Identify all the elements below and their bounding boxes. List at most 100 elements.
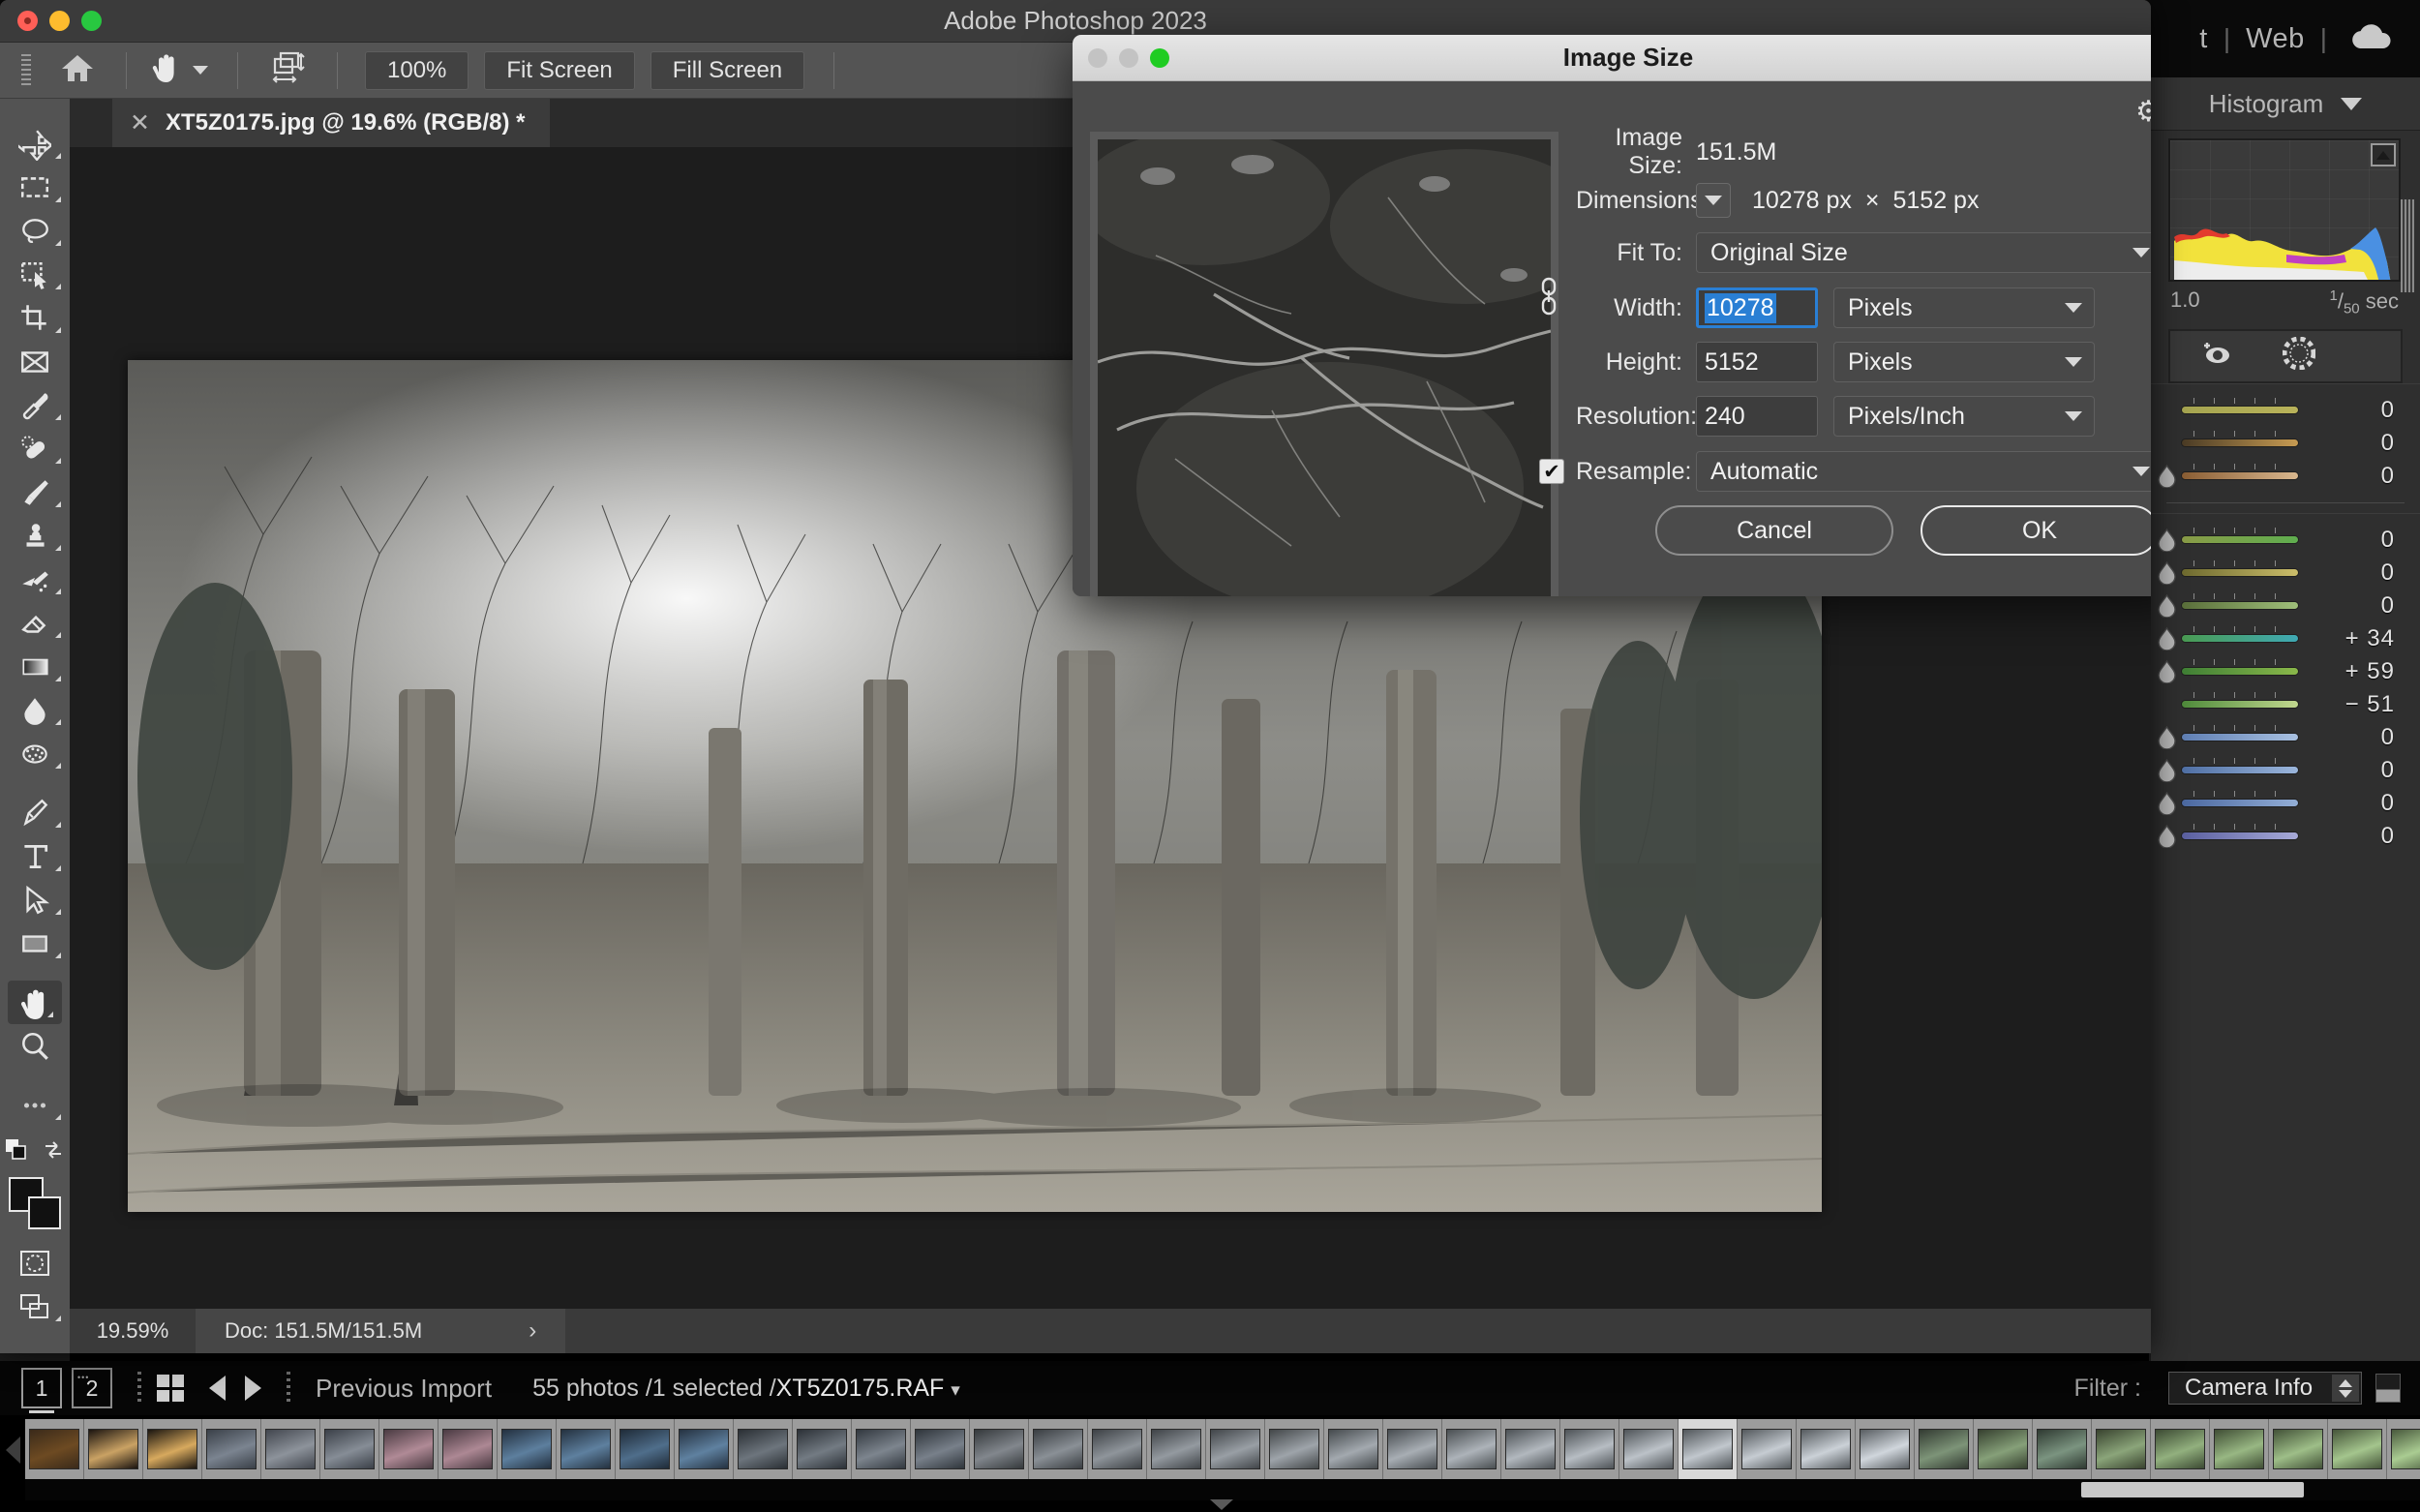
slider-row[interactable]: + 59 [2151,655,2420,688]
width-unit-select[interactable]: Pixels [1833,287,2095,328]
resample-checkbox[interactable]: ✔ [1539,459,1564,484]
slider-value[interactable]: 0 [2381,757,2395,784]
object-selection-tool-icon[interactable] [0,253,70,296]
filmstrip-cells[interactable] [25,1419,2420,1479]
zoom-100-button[interactable]: 100% [365,50,469,90]
chevron-down-icon[interactable]: ▾ [951,1380,960,1401]
brush-tool-icon[interactable] [0,470,70,514]
highlight-clipping-button[interactable] [2371,143,2396,166]
spot-removal-icon[interactable] [2282,336,2316,375]
filmstrip-thumbnail[interactable] [734,1419,793,1479]
filter-select[interactable]: Camera Info [2168,1372,2362,1405]
redeye-icon[interactable] [2199,339,2232,373]
slider-knob-icon[interactable] [2155,626,2179,651]
filmstrip-thumbnail[interactable] [1442,1419,1501,1479]
filmstrip-thumbnail[interactable] [2151,1419,2210,1479]
filmstrip-thumbnail[interactable] [1501,1419,1560,1479]
slider-track[interactable] [2181,659,2299,677]
status-expand-icon[interactable]: › [529,1317,536,1345]
slider-row[interactable]: 0 [2151,590,2420,622]
slider-value[interactable]: + 59 [2345,658,2395,685]
rotate-view-icon[interactable] [269,49,306,91]
filmstrip-thumbnail[interactable] [1797,1419,1856,1479]
dimensions-chevron-icon[interactable] [1696,183,1731,218]
slider-track[interactable] [2181,464,2299,481]
path-selection-tool-icon[interactable] [0,878,70,922]
settings-gear-icon[interactable]: ⚙▾ [2135,95,2151,129]
slider-track[interactable] [2181,431,2299,448]
filmstrip-thumbnail[interactable] [1974,1419,2033,1479]
filmstrip-scrollbar[interactable] [25,1479,2420,1500]
filmstrip-scrollbar-thumb[interactable] [2081,1482,2304,1497]
filmstrip-thumbnail[interactable] [852,1419,911,1479]
slider-row[interactable]: 0 [2151,460,2420,493]
slider-track[interactable] [2181,758,2299,775]
slider-value[interactable]: 0 [2381,430,2395,457]
chevron-down-icon[interactable] [2341,97,2363,110]
filmstrip-thumbnail[interactable] [2387,1419,2420,1479]
lasso-tool-icon[interactable] [0,209,70,253]
slider-row[interactable]: 0 [2151,557,2420,590]
slider-knob-icon[interactable] [2155,758,2179,783]
filmstrip-thumbnail[interactable] [1915,1419,1974,1479]
previous-photo-icon[interactable] [209,1376,226,1401]
slider-value[interactable]: 0 [2381,790,2395,817]
histogram-panel-header[interactable]: Histogram [2151,77,2420,131]
home-icon[interactable] [60,52,95,88]
filmstrip-thumbnail[interactable] [1856,1419,1915,1479]
filter-toggle-swatch[interactable] [2375,1374,2401,1403]
resample-select[interactable]: Automatic [1696,451,2151,492]
background-color-swatch[interactable] [28,1196,61,1229]
close-tab-icon[interactable]: ✕ [130,108,150,137]
zoom-tool-icon[interactable] [0,1024,70,1068]
filmstrip-thumbnail[interactable] [1679,1419,1738,1479]
hand-tool-icon[interactable] [8,981,62,1024]
dodge-tool-icon[interactable] [0,732,70,775]
height-input[interactable]: 5152 [1696,342,1818,382]
slider-knob-icon[interactable] [2155,824,2179,849]
resolution-unit-select[interactable]: Pixels/Inch [1833,396,2095,437]
slider-knob-icon[interactable] [2155,560,2179,586]
slider-knob-icon[interactable] [2155,791,2179,816]
fit-screen-button[interactable]: Fit Screen [484,50,635,90]
slider-row[interactable]: 0 [2151,754,2420,787]
slider-track[interactable] [2181,791,2299,808]
filmstrip-thumbnail[interactable] [970,1419,1029,1479]
gradient-tool-icon[interactable] [0,645,70,688]
filmstrip-thumbnail[interactable] [379,1419,439,1479]
status-doc-size[interactable]: Doc: 151.5M/151.5M › [196,1309,566,1353]
slider-row[interactable]: 0 [2151,427,2420,460]
slider-row[interactable]: − 51 [2151,688,2420,721]
scrollbar-grip[interactable] [2401,199,2414,292]
filmstrip-thumbnail[interactable] [498,1419,557,1479]
height-unit-select[interactable]: Pixels [1833,342,2095,382]
filmstrip-thumbnail[interactable] [616,1419,675,1479]
slider-row[interactable]: 0 [2151,524,2420,557]
frame-tool-icon[interactable] [0,340,70,383]
selection-info[interactable]: 55 photos /1 selected /XT5Z0175.RAF ▾ [532,1375,960,1403]
fit-to-select[interactable]: Original Size [1696,232,2151,273]
view-mode-1-button[interactable]: 1 [21,1368,62,1413]
slider-row[interactable]: 0 [2151,721,2420,754]
slider-track[interactable] [2181,725,2299,742]
slider-row[interactable]: 0 [2151,820,2420,853]
chevron-down-icon[interactable] [193,66,208,75]
screen-mode-icon[interactable] [0,1285,70,1328]
slider-value[interactable]: − 51 [2345,691,2395,718]
filmstrip-thumbnail[interactable] [25,1419,84,1479]
slider-value[interactable]: 0 [2381,823,2395,850]
filmstrip-thumbnail[interactable] [1560,1419,1619,1479]
slider-value[interactable]: 0 [2381,592,2395,620]
filmstrip-thumbnail[interactable] [2269,1419,2328,1479]
view-mode-2-button[interactable]: ••• 2 [72,1368,112,1408]
slider-value[interactable]: 0 [2381,527,2395,554]
rectangular-marquee-tool-icon[interactable] [0,166,70,209]
filmstrip-thumbnail[interactable] [1206,1419,1265,1479]
ok-button[interactable]: OK [1921,505,2151,556]
pen-tool-icon[interactable] [0,791,70,834]
right-panel-scrollbar[interactable] [2399,83,2416,1407]
filmstrip-thumbnail[interactable] [1147,1419,1206,1479]
filmstrip-thumbnail[interactable] [1383,1419,1442,1479]
width-input[interactable]: 10278 [1696,287,1818,328]
module-web[interactable]: Web [2230,23,2320,55]
